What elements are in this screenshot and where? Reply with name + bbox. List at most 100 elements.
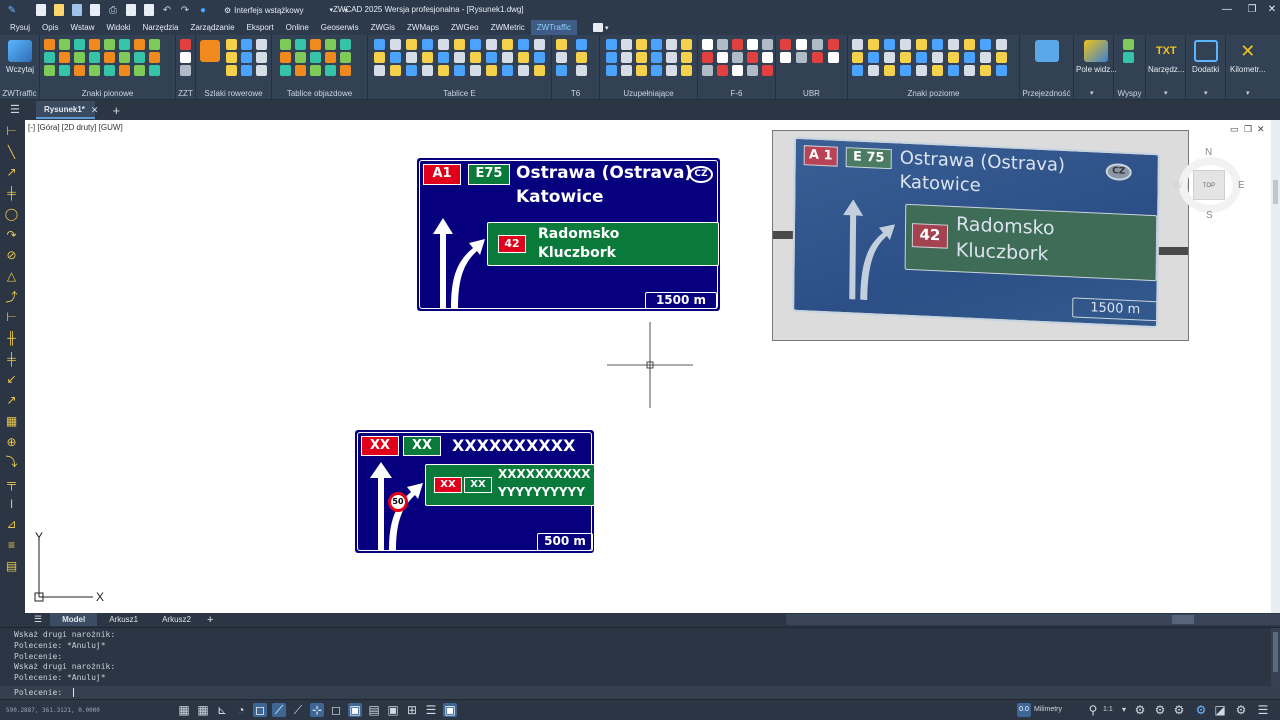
island-icon[interactable] bbox=[1123, 52, 1134, 63]
wedge-tool-icon[interactable]: ⊿ bbox=[4, 517, 19, 532]
direction-board-icon[interactable] bbox=[454, 39, 465, 50]
road-marking-icon[interactable] bbox=[900, 52, 911, 63]
supplementary-sign-icon[interactable] bbox=[621, 52, 632, 63]
ray-tool-icon[interactable]: ↗ bbox=[4, 393, 19, 408]
block-tool-icon[interactable]: ⊘ bbox=[4, 248, 19, 263]
xline-tool-icon[interactable]: ǀ bbox=[4, 497, 19, 512]
direction-board-icon[interactable] bbox=[534, 39, 545, 50]
bike-trail-icon[interactable] bbox=[241, 52, 252, 63]
road-marking-icon[interactable] bbox=[964, 65, 975, 76]
transparency-toggle-icon[interactable]: ▣ bbox=[348, 703, 362, 717]
polar-toggle-icon[interactable]: ◔ bbox=[234, 703, 248, 717]
road-marking-icon[interactable] bbox=[884, 39, 895, 50]
sign-1[interactable]: A1 E75 Ostrawa (Ostrava) CZ Katowice 42 … bbox=[417, 158, 720, 311]
supplementary-sign-icon[interactable] bbox=[606, 52, 617, 63]
line-tool-icon[interactable]: ⊢ bbox=[4, 124, 19, 139]
detour-sign-icon[interactable] bbox=[295, 52, 306, 63]
menu-item-geoserwis[interactable]: Geoserwis bbox=[315, 20, 365, 35]
menu-item-widoki[interactable]: Widoki bbox=[100, 20, 136, 35]
vertical-sign-icon[interactable] bbox=[119, 39, 130, 50]
command-input-row[interactable]: Polecenie: bbox=[0, 686, 1280, 699]
f6-sign-icon[interactable] bbox=[717, 52, 728, 63]
road-marking-icon[interactable] bbox=[980, 52, 991, 63]
vertical-sign-icon[interactable] bbox=[119, 65, 130, 76]
drawing-canvas[interactable]: [-] [Góra] [2D druty] [GUW] ▭ ❐ ✕ A1 E75… bbox=[25, 120, 1271, 613]
road-marking-icon[interactable] bbox=[932, 39, 943, 50]
direction-board-icon[interactable] bbox=[406, 65, 417, 76]
document-tab[interactable]: Rysunek1* bbox=[36, 101, 95, 119]
compass-north[interactable]: N bbox=[1205, 147, 1212, 158]
annotation-scale-value[interactable]: 1:1 bbox=[1103, 706, 1113, 713]
isolate-objects-icon[interactable]: ◪ bbox=[1213, 703, 1227, 717]
polyline-tool-icon[interactable]: ╲ bbox=[4, 145, 19, 160]
direction-board-icon[interactable] bbox=[534, 65, 545, 76]
minimize-button[interactable]: — bbox=[1217, 2, 1237, 18]
barrier-icon[interactable] bbox=[780, 39, 791, 50]
supplementary-sign-icon[interactable] bbox=[636, 39, 647, 50]
direction-board-icon[interactable] bbox=[486, 52, 497, 63]
road-marking-icon[interactable] bbox=[948, 65, 959, 76]
direction-board-icon[interactable] bbox=[518, 39, 529, 50]
customize-icon[interactable]: ☰ bbox=[1256, 703, 1270, 717]
direction-board-icon[interactable] bbox=[518, 52, 529, 63]
dimension-tool-icon[interactable]: ⊢ bbox=[4, 310, 19, 325]
direction-board-icon[interactable] bbox=[406, 52, 417, 63]
bike-trail-icon[interactable] bbox=[241, 65, 252, 76]
road-marking-icon[interactable] bbox=[964, 39, 975, 50]
vertical-sign-icon[interactable] bbox=[89, 65, 100, 76]
vertical-sign-icon[interactable] bbox=[44, 39, 55, 50]
arc-tool-icon[interactable]: ↗ bbox=[4, 165, 19, 180]
spline-tool-icon[interactable]: ↙ bbox=[4, 372, 19, 387]
direction-board-icon[interactable] bbox=[518, 65, 529, 76]
detour-sign-icon[interactable] bbox=[310, 65, 321, 76]
road-marking-icon[interactable] bbox=[964, 52, 975, 63]
sign-2[interactable]: XX XX XXXXXXXXXX 50 XX XX XXXXXXXXXX YYY… bbox=[355, 430, 595, 553]
road-marking-icon[interactable] bbox=[948, 52, 959, 63]
osnap-toggle-icon[interactable]: ◻ bbox=[253, 703, 267, 717]
f6-sign-icon[interactable] bbox=[717, 65, 728, 76]
f6-sign-icon[interactable] bbox=[702, 39, 713, 50]
detour-sign-icon[interactable] bbox=[280, 39, 291, 50]
barrier-icon[interactable] bbox=[812, 52, 823, 63]
supplementary-sign-icon[interactable] bbox=[606, 65, 617, 76]
vertical-sign-icon[interactable] bbox=[59, 65, 70, 76]
bike-trail-icon[interactable] bbox=[226, 52, 237, 63]
road-marking-icon[interactable] bbox=[884, 52, 895, 63]
supplementary-sign-icon[interactable] bbox=[666, 52, 677, 63]
direction-board-icon[interactable] bbox=[502, 65, 513, 76]
menu-item-zwgis[interactable]: ZWGis bbox=[365, 20, 401, 35]
view-label[interactable]: [-] [Góra] [2D druty] [GUW] bbox=[28, 123, 123, 132]
menu-item-zarz-dzanie[interactable]: Zarządzanie bbox=[185, 20, 241, 35]
chevron-down-icon[interactable]: ▾ bbox=[1246, 89, 1250, 97]
direction-board-icon[interactable] bbox=[454, 65, 465, 76]
direction-board-icon[interactable] bbox=[406, 39, 417, 50]
bike-trail-icon[interactable] bbox=[226, 65, 237, 76]
road-marking-icon[interactable] bbox=[996, 39, 1007, 50]
detour-sign-icon[interactable] bbox=[325, 52, 336, 63]
detour-sign-icon[interactable] bbox=[280, 52, 291, 63]
road-marking-icon[interactable] bbox=[868, 39, 879, 50]
direction-board-icon[interactable] bbox=[454, 52, 465, 63]
close-icon[interactable]: ✕ bbox=[91, 105, 99, 116]
direction-board-icon[interactable] bbox=[374, 65, 385, 76]
supplementary-sign-icon[interactable] bbox=[621, 65, 632, 76]
barrier-icon[interactable] bbox=[780, 52, 791, 63]
layout-menu-icon[interactable]: ☰ bbox=[34, 614, 42, 625]
settings-gear-icon[interactable]: ⚙ bbox=[1172, 703, 1186, 717]
road-marking-icon[interactable] bbox=[868, 52, 879, 63]
hardware-accel-icon[interactable]: ⚙ bbox=[1194, 703, 1208, 717]
vertical-sign-icon[interactable] bbox=[149, 65, 160, 76]
app-logo-icon[interactable]: ✎ bbox=[4, 2, 20, 18]
redo-icon[interactable]: ↷ bbox=[177, 2, 193, 18]
viewport-restore-icon[interactable]: ❐ bbox=[1244, 124, 1252, 135]
supplementary-sign-icon[interactable] bbox=[606, 39, 617, 50]
print-icon[interactable]: ⎙ bbox=[105, 2, 121, 18]
t6-sign-icon[interactable] bbox=[556, 52, 567, 63]
vertical-sign-icon[interactable] bbox=[59, 39, 70, 50]
view-cube-face[interactable]: TOP bbox=[1193, 170, 1225, 200]
revcloud-tool-icon[interactable]: ↷ bbox=[4, 228, 19, 243]
compass-east[interactable]: E bbox=[1238, 180, 1245, 191]
t6-sign-icon[interactable] bbox=[576, 39, 587, 50]
road-marking-icon[interactable] bbox=[916, 65, 927, 76]
vertical-sign-icon[interactable] bbox=[44, 65, 55, 76]
